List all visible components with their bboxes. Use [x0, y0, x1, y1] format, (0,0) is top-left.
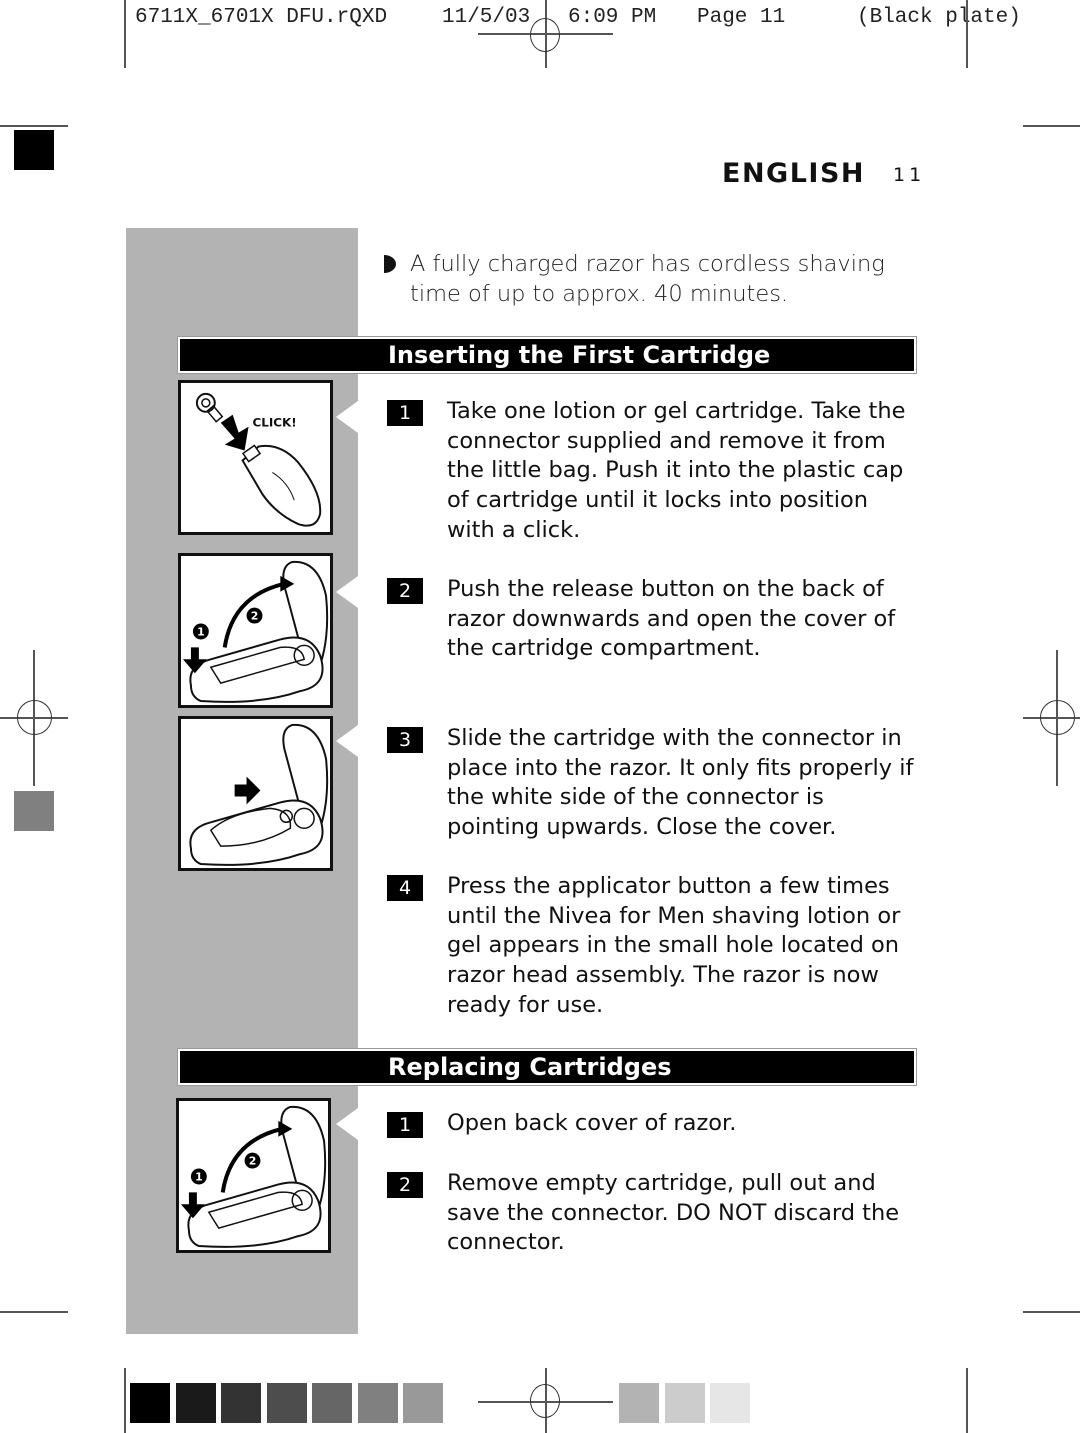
step-number: 2 [387, 578, 423, 604]
color-swatch [175, 1383, 216, 1423]
step-text: Slide the cartridge with the connector i… [447, 725, 914, 841]
figure-pointer [336, 401, 358, 433]
crop-mark [1023, 125, 1080, 127]
svg-text:1: 1 [197, 625, 205, 638]
step-text: Take one lotion or gel cartridge. Take t… [447, 398, 906, 543]
color-swatch [266, 1383, 307, 1423]
section-title: Replacing Cartridges [388, 1053, 672, 1081]
svg-text:2: 2 [251, 610, 259, 623]
step-number: 1 [387, 400, 423, 426]
step-number: 4 [387, 875, 423, 901]
step-number: 3 [387, 727, 423, 753]
section-header-replacing: Replacing Cartridges [177, 1048, 917, 1086]
connector-cartridge-illustration: CLICK! [178, 380, 333, 535]
slug-time: 6:09 PM [568, 6, 657, 29]
crop-mark [1023, 1311, 1080, 1313]
figure-pointer [336, 725, 358, 757]
crop-mark [966, 1368, 968, 1433]
svg-text:1: 1 [195, 1170, 203, 1183]
step-number: 2 [387, 1172, 423, 1198]
step-number: 1 [387, 1112, 423, 1138]
color-swatch [221, 1383, 261, 1423]
open-back-cover-illustration: 1 2 [176, 1098, 331, 1253]
section-header-inserting: Inserting the First Cartridge [177, 336, 917, 374]
slug-date: 11/5/03 [442, 6, 531, 29]
step-text: Press the applicator button a few times … [447, 873, 901, 1018]
crop-mark [124, 1368, 126, 1433]
crop-mark [0, 125, 68, 127]
slug-filename: 6711X_6701X DFU.rQXD [135, 6, 388, 29]
click-label: CLICK! [253, 416, 297, 430]
open-cover-illustration: 1 2 [178, 553, 333, 708]
registration-mark-icon [1040, 700, 1075, 735]
color-swatch [403, 1383, 443, 1423]
half-circle-bullet-icon [384, 255, 396, 273]
registration-mark-icon [530, 1384, 560, 1418]
page-number: 11 [893, 164, 926, 186]
slug-page: Page 11 [697, 6, 786, 29]
figure-pointer [336, 576, 358, 608]
step-text: Open back cover of razor. [447, 1110, 737, 1136]
svg-text:2: 2 [249, 1155, 257, 1168]
figure-pointer [336, 1108, 358, 1140]
section-title: Inserting the First Cartridge [388, 341, 771, 369]
printer-slug: 6711X_6701X DFU.rQXD 11/5/03 6:09 PM Pag… [135, 6, 1021, 144]
intro-note: A fully charged razor has cordless shavi… [410, 251, 885, 307]
color-swatch [664, 1383, 705, 1423]
registration-mark-icon [17, 700, 52, 735]
color-swatch [130, 1383, 170, 1423]
crop-mark [966, 0, 968, 68]
color-swatch [710, 1383, 750, 1423]
slide-cartridge-illustration [178, 716, 333, 871]
crop-mark [0, 1311, 68, 1313]
step-text: Remove empty cartridge, pull out and sav… [447, 1170, 900, 1256]
registration-mark-icon [530, 18, 560, 52]
color-swatch [357, 1383, 398, 1423]
language-heading: ENGLISH [722, 158, 865, 189]
gray-side-square [14, 791, 54, 831]
slug-plate: (Black plate) [857, 6, 1021, 29]
color-swatch [312, 1383, 352, 1423]
step-text: Push the release button on the back of r… [447, 576, 896, 662]
color-swatch [619, 1383, 659, 1423]
crop-mark [124, 0, 126, 68]
black-side-square [14, 130, 54, 170]
